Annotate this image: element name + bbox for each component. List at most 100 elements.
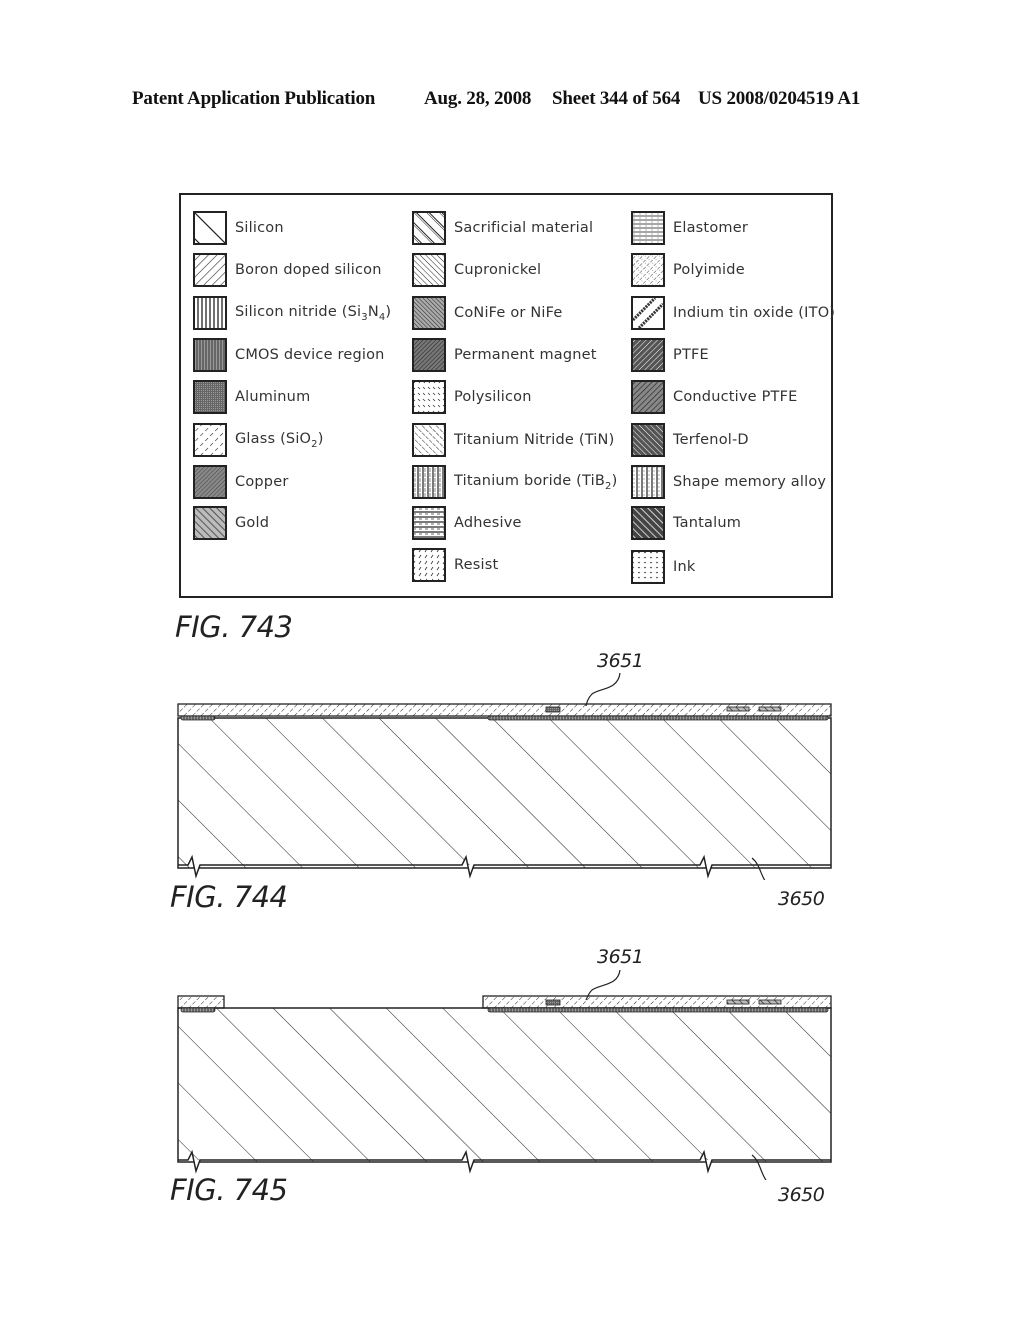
contact-pad <box>545 706 561 713</box>
legend-label: Adhesive <box>454 515 522 531</box>
cmos-region-right <box>487 715 829 721</box>
legend-label: Copper <box>235 474 289 490</box>
legend-item-magnet: Permanent magnet <box>412 338 597 372</box>
legend-item-resist: Resist <box>412 548 498 582</box>
ref-3651-fig745: 3651 <box>597 946 644 968</box>
legend-item-ink: Ink <box>631 550 695 584</box>
legend-label: Terfenol-D <box>673 432 749 448</box>
nitride-swatch-icon <box>193 296 227 330</box>
publication-date: Aug. 28, 2008 <box>424 88 532 109</box>
legend-item-glass: Glass (SiO2) <box>193 423 324 457</box>
legend-item-gold: Gold <box>193 506 269 540</box>
legend-item-tantalum: Tantalum <box>631 506 741 540</box>
legend-label: Polysilicon <box>454 389 532 405</box>
silicon-swatch-icon <box>193 211 227 245</box>
tantalum-swatch-icon <box>631 506 665 540</box>
legend-label: Gold <box>235 515 270 531</box>
legend-label: Indium tin oxide (ITO) <box>673 305 836 321</box>
legend-item-tin: Titanium Nitride (TiN) <box>412 423 614 457</box>
legend-label: CMOS device region <box>235 347 385 363</box>
legend-label: Tantalum <box>673 515 742 531</box>
legend-label: Boron doped silicon <box>235 262 382 278</box>
legend-label: Titanium boride (TiB2) <box>454 472 618 492</box>
legend-item-sma: Shape memory alloy <box>631 465 826 499</box>
leader-line-3651 <box>585 672 621 707</box>
polyimide-swatch-icon <box>631 253 665 287</box>
legend-label: Aluminum <box>235 389 311 405</box>
legend-label: Permanent magnet <box>454 347 597 363</box>
legend-label: PTFE <box>673 347 709 363</box>
ref-3650-fig745: 3650 <box>778 1184 825 1206</box>
legend-item-conife: CoNiFe or NiFe <box>412 296 563 330</box>
legend-label: Elastomer <box>673 220 748 236</box>
cross-section-745 <box>177 969 832 1180</box>
legend-item-cptfe: Conductive PTFE <box>631 380 797 414</box>
cptfe-swatch-icon <box>631 380 665 414</box>
layer-3651-left <box>177 995 225 1009</box>
figure-label-744: FIG. 744 <box>170 880 288 914</box>
legend-item-sacrificial: Sacrificial material <box>412 211 593 245</box>
legend-label: Glass (SiO2) <box>235 430 324 450</box>
figure-label-745: FIG. 745 <box>170 1173 288 1207</box>
publication-title: Patent Application Publication <box>132 88 376 109</box>
legend-label: Resist <box>454 557 499 573</box>
tib2-swatch-icon <box>412 465 446 499</box>
legend-item-polysilicon: Polysilicon <box>412 380 532 414</box>
contact-pad <box>726 999 750 1005</box>
materials-legend: Silicon Boron doped silicon Silicon nitrid… <box>179 193 835 598</box>
substrate-3650 <box>177 1007 832 1163</box>
contact-pad <box>726 706 750 712</box>
legend-label: Shape memory alloy <box>673 474 827 490</box>
legend-item-copper: Copper <box>193 465 289 499</box>
terfenol-swatch-icon <box>631 423 665 457</box>
legend-label: Polyimide <box>673 262 745 278</box>
legend-item-polyimide: Polyimide <box>631 253 745 287</box>
sheet-number: Sheet 344 of 564 <box>552 88 681 109</box>
ptfe-swatch-icon <box>631 338 665 372</box>
legend-item-cmos: CMOS device region <box>193 338 385 372</box>
boron-swatch-icon <box>193 253 227 287</box>
legend-item-nitride: Silicon nitride (Si3N4) <box>193 296 391 330</box>
adhesive-swatch-icon <box>412 506 446 540</box>
ito-swatch-icon <box>631 296 665 330</box>
legend-label: CoNiFe or NiFe <box>454 305 563 321</box>
tin-swatch-icon <box>412 423 446 457</box>
legend-item-boron: Boron doped silicon <box>193 253 382 287</box>
legend-label: Ink <box>673 559 696 575</box>
contact-pad <box>545 999 561 1006</box>
magnet-swatch-icon <box>412 338 446 372</box>
ref-3651-fig744: 3651 <box>597 650 644 672</box>
ink-swatch-icon <box>631 550 665 584</box>
legend-label: Silicon <box>235 220 284 236</box>
patent-number: US 2008/0204519 A1 <box>698 88 861 109</box>
legend-item-adhesive: Adhesive <box>412 506 522 540</box>
legend-item-aluminum: Aluminum <box>193 380 310 414</box>
ref-3650-fig744: 3650 <box>778 888 825 910</box>
cupronickel-swatch-icon <box>412 253 446 287</box>
cmos-region-right <box>487 1007 829 1013</box>
resist-swatch-icon <box>412 548 446 582</box>
figure-label-743: FIG. 743 <box>175 610 293 644</box>
cross-section-744 <box>177 672 832 880</box>
elastomer-swatch-icon <box>631 211 665 245</box>
cmos-region-left <box>180 1007 216 1013</box>
cmos-swatch-icon <box>193 338 227 372</box>
aluminum-swatch-icon <box>193 380 227 414</box>
legend-label: Titanium Nitride (TiN) <box>454 432 615 448</box>
legend-label: Silicon nitride (Si3N4) <box>235 303 392 323</box>
legend-item-silicon: Silicon <box>193 211 284 245</box>
sma-swatch-icon <box>631 465 665 499</box>
polysilicon-swatch-icon <box>412 380 446 414</box>
gold-swatch-icon <box>193 506 227 540</box>
legend-item-elastomer: Elastomer <box>631 211 748 245</box>
legend-item-ito: Indium tin oxide (ITO) <box>631 296 835 330</box>
legend-item-ptfe: PTFE <box>631 338 709 372</box>
legend-label: Sacrificial material <box>454 220 594 236</box>
legend-item-terfenol: Terfenol-D <box>631 423 749 457</box>
copper-swatch-icon <box>193 465 227 499</box>
cmos-region-left <box>180 715 216 721</box>
legend-label: Cupronickel <box>454 262 542 278</box>
contact-pad <box>758 999 782 1005</box>
legend-label: Conductive PTFE <box>673 389 798 405</box>
substrate-3650 <box>177 717 832 869</box>
